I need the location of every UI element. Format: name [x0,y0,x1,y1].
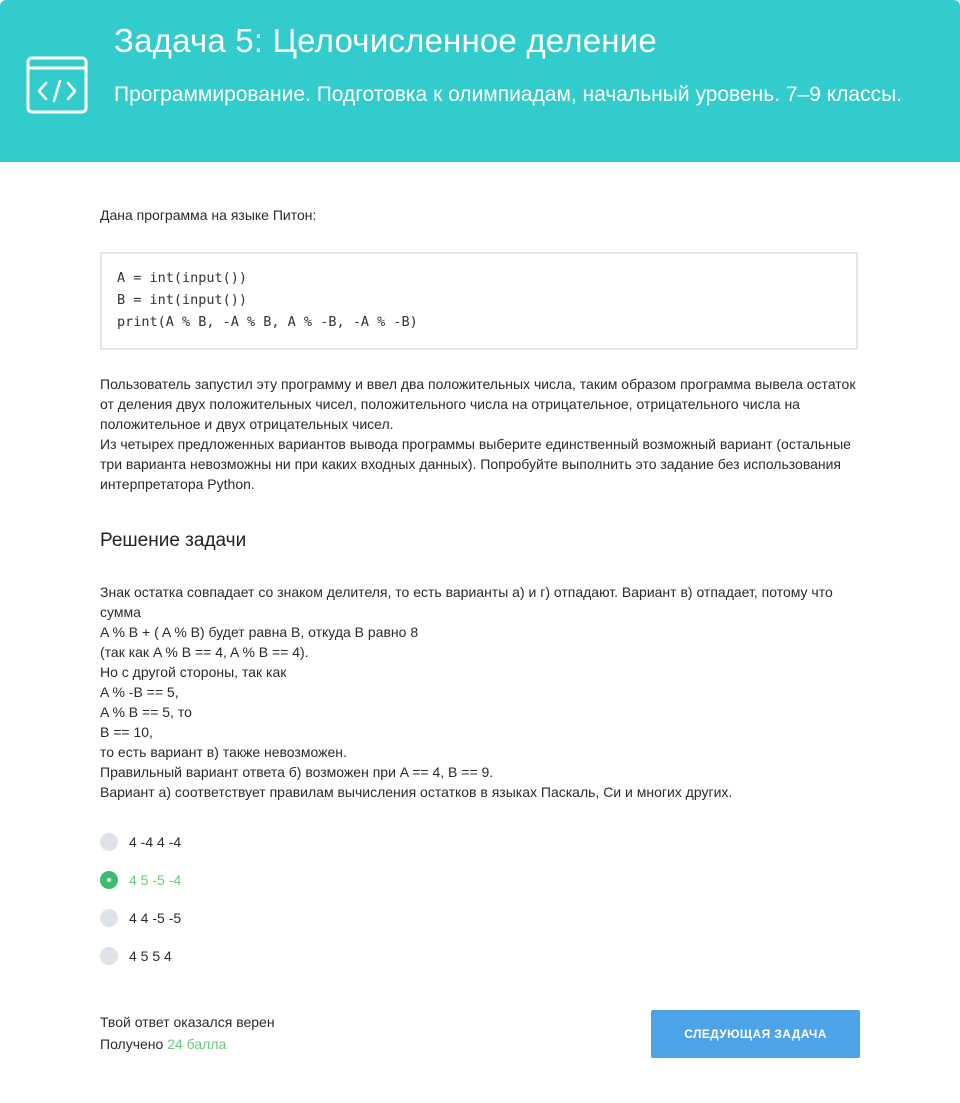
solution-line: A % -B == 5, [100,684,179,700]
result-message: Твой ответ оказался верен [100,1014,275,1030]
code-line: print(A % B, -A % B, A % -B, -A % -B) [117,314,418,330]
answer-option-label: 4 5 -5 -4 [129,872,182,888]
task-description: Пользователь запустил эту программу и вв… [100,374,870,494]
solution-line: A % B + ( A % B) будет равна B, откуда B… [100,624,419,640]
code-window-icon [26,56,88,114]
solution-line: Знак остатка совпадает со знаком делител… [100,584,833,620]
radio-button[interactable] [100,833,118,851]
solution-line: (так как A % B == 4, A % B == 4). [100,644,309,660]
score-value: 24 балла [167,1036,227,1052]
solution-line: B == 10, [100,724,153,740]
code-line: A = int(input()) [117,270,248,286]
description-paragraph: Из четырех предложенных вариантов вывода… [100,436,851,492]
answer-option-label: 4 -4 4 -4 [129,834,182,850]
description-paragraph: Пользователь запустил эту программу и вв… [100,376,856,432]
answer-option-label: 4 4 -5 -5 [129,910,182,926]
solution-line: то есть вариант в) также невозможен. [100,744,347,760]
score-prefix: Получено [100,1036,164,1052]
task-intro: Дана программа на языке Питон: [100,207,317,223]
solution-line: Правильный вариант ответа б) возможен пр… [100,764,494,780]
page-header: Задача 5: Целочисленное деление Программ… [0,0,960,162]
code-line: B = int(input()) [117,292,248,308]
answer-option-4[interactable]: 4 5 5 4 [100,946,172,966]
radio-button-selected[interactable] [100,871,118,889]
next-task-button[interactable]: СЛЕДУЮЩАЯ ЗАДАЧА [651,1010,860,1058]
radio-button[interactable] [100,947,118,965]
solution-text: Знак остатка совпадает со знаком делител… [100,582,870,802]
radio-button[interactable] [100,909,118,927]
solution-line: Но с другой стороны, так как [100,664,287,680]
page-title: Задача 5: Целочисленное деление [114,22,657,59]
page-subtitle: Программирование. Подготовка к олимпиада… [114,83,903,106]
code-block: A = int(input()) B = int(input()) print(… [100,252,858,350]
solution-heading: Решение задачи [100,530,247,551]
answer-option-1[interactable]: 4 -4 4 -4 [100,832,181,852]
solution-line: A % B == 5, то [100,704,192,720]
answer-option-3[interactable]: 4 4 -5 -5 [100,908,181,928]
answer-option-label: 4 5 5 4 [129,948,172,964]
answer-option-2[interactable]: 4 5 -5 -4 [100,870,181,890]
score-line: Получено 24 балла [100,1036,226,1052]
solution-line: Вариант а) соответствует правилам вычисл… [100,784,733,800]
